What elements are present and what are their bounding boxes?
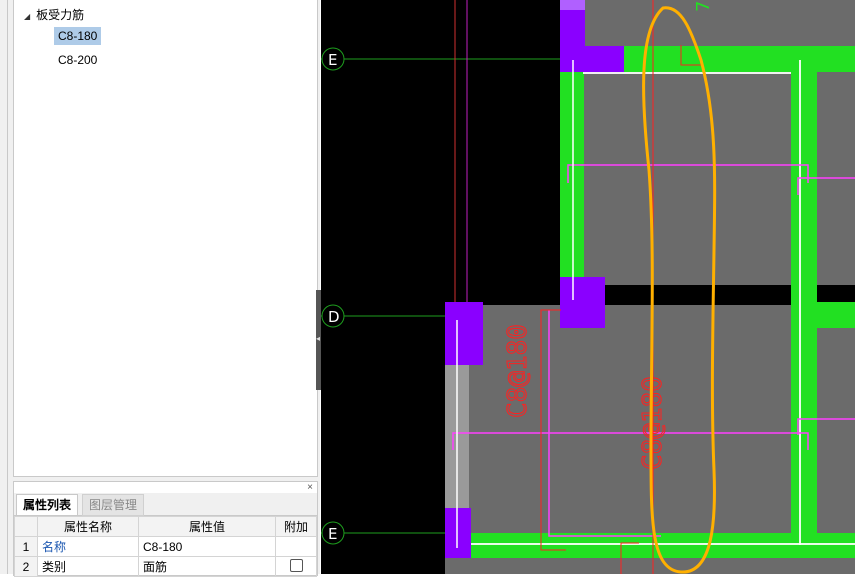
green-label: 7 [693,1,714,12]
drawing-svg: C8@180 C8@180 7 E D E [321,0,855,574]
tree-node-label: 板受力筋 [36,8,85,22]
panel-tabs: 属性列表 图层管理 [14,493,317,516]
tree-item-c8-200[interactable]: C8-200 [54,51,101,69]
column[interactable] [445,302,483,365]
row-index: 1 [14,536,38,557]
tab-layer-management[interactable]: 图层管理 [82,494,145,516]
table-row[interactable]: 1 名称 C8-180 [14,536,317,557]
header-attach: 附加 [275,516,317,537]
axis-label-d: D [328,308,340,326]
beam-left-upper[interactable] [560,58,584,278]
component-tree: ◢ 板受力筋 C8-180 C8-200 [13,0,318,477]
collapse-arrow-icon[interactable]: ◢ [24,12,30,21]
drawing-canvas[interactable]: C8@180 C8@180 7 E D E [321,0,855,574]
property-value[interactable]: C8-180 [138,536,276,557]
tab-property-list[interactable]: 属性列表 [16,494,79,515]
beam-edge [467,543,855,545]
properties-panel: × 属性列表 图层管理 属性名称 属性值 附加 1 名称 C8-180 2 类别… [13,481,318,577]
rebar-label[interactable]: C8@180 [503,324,534,419]
axis-label-e-top: E [328,51,337,69]
rebar-label[interactable]: C8@180 [638,376,669,471]
attach-checkbox[interactable] [289,558,303,572]
property-name[interactable]: 名称 [37,536,139,557]
panel-divider [7,0,8,574]
beam-edge [583,72,791,74]
attach-cell [275,536,317,557]
beam-right[interactable] [791,58,817,533]
tree-item-c8-180[interactable]: C8-180 [54,27,102,45]
table-header-row: 属性名称 属性值 附加 [14,516,317,537]
collapse-arrow-icon[interactable]: ◂ [316,334,320,343]
header-property-value: 属性值 [138,516,276,537]
header-index-cell [14,516,38,537]
left-panel: ◢ 板受力筋 C8-180 C8-200 × 属性列表 图层管理 属性名称 属性值… [0,0,320,577]
beam-edge [799,60,801,545]
column[interactable] [445,508,471,558]
close-icon[interactable]: × [307,482,313,493]
column[interactable] [560,277,605,328]
property-table: 属性名称 属性值 附加 1 名称 C8-180 2 类别 面筋 [14,516,317,577]
tree-node-slab-rebar[interactable]: ◢ 板受力筋 [24,6,84,23]
column-top-edge [560,0,585,10]
header-property-name: 属性名称 [37,516,139,537]
column[interactable] [560,46,624,72]
axis-label-e-bottom: E [328,525,337,543]
